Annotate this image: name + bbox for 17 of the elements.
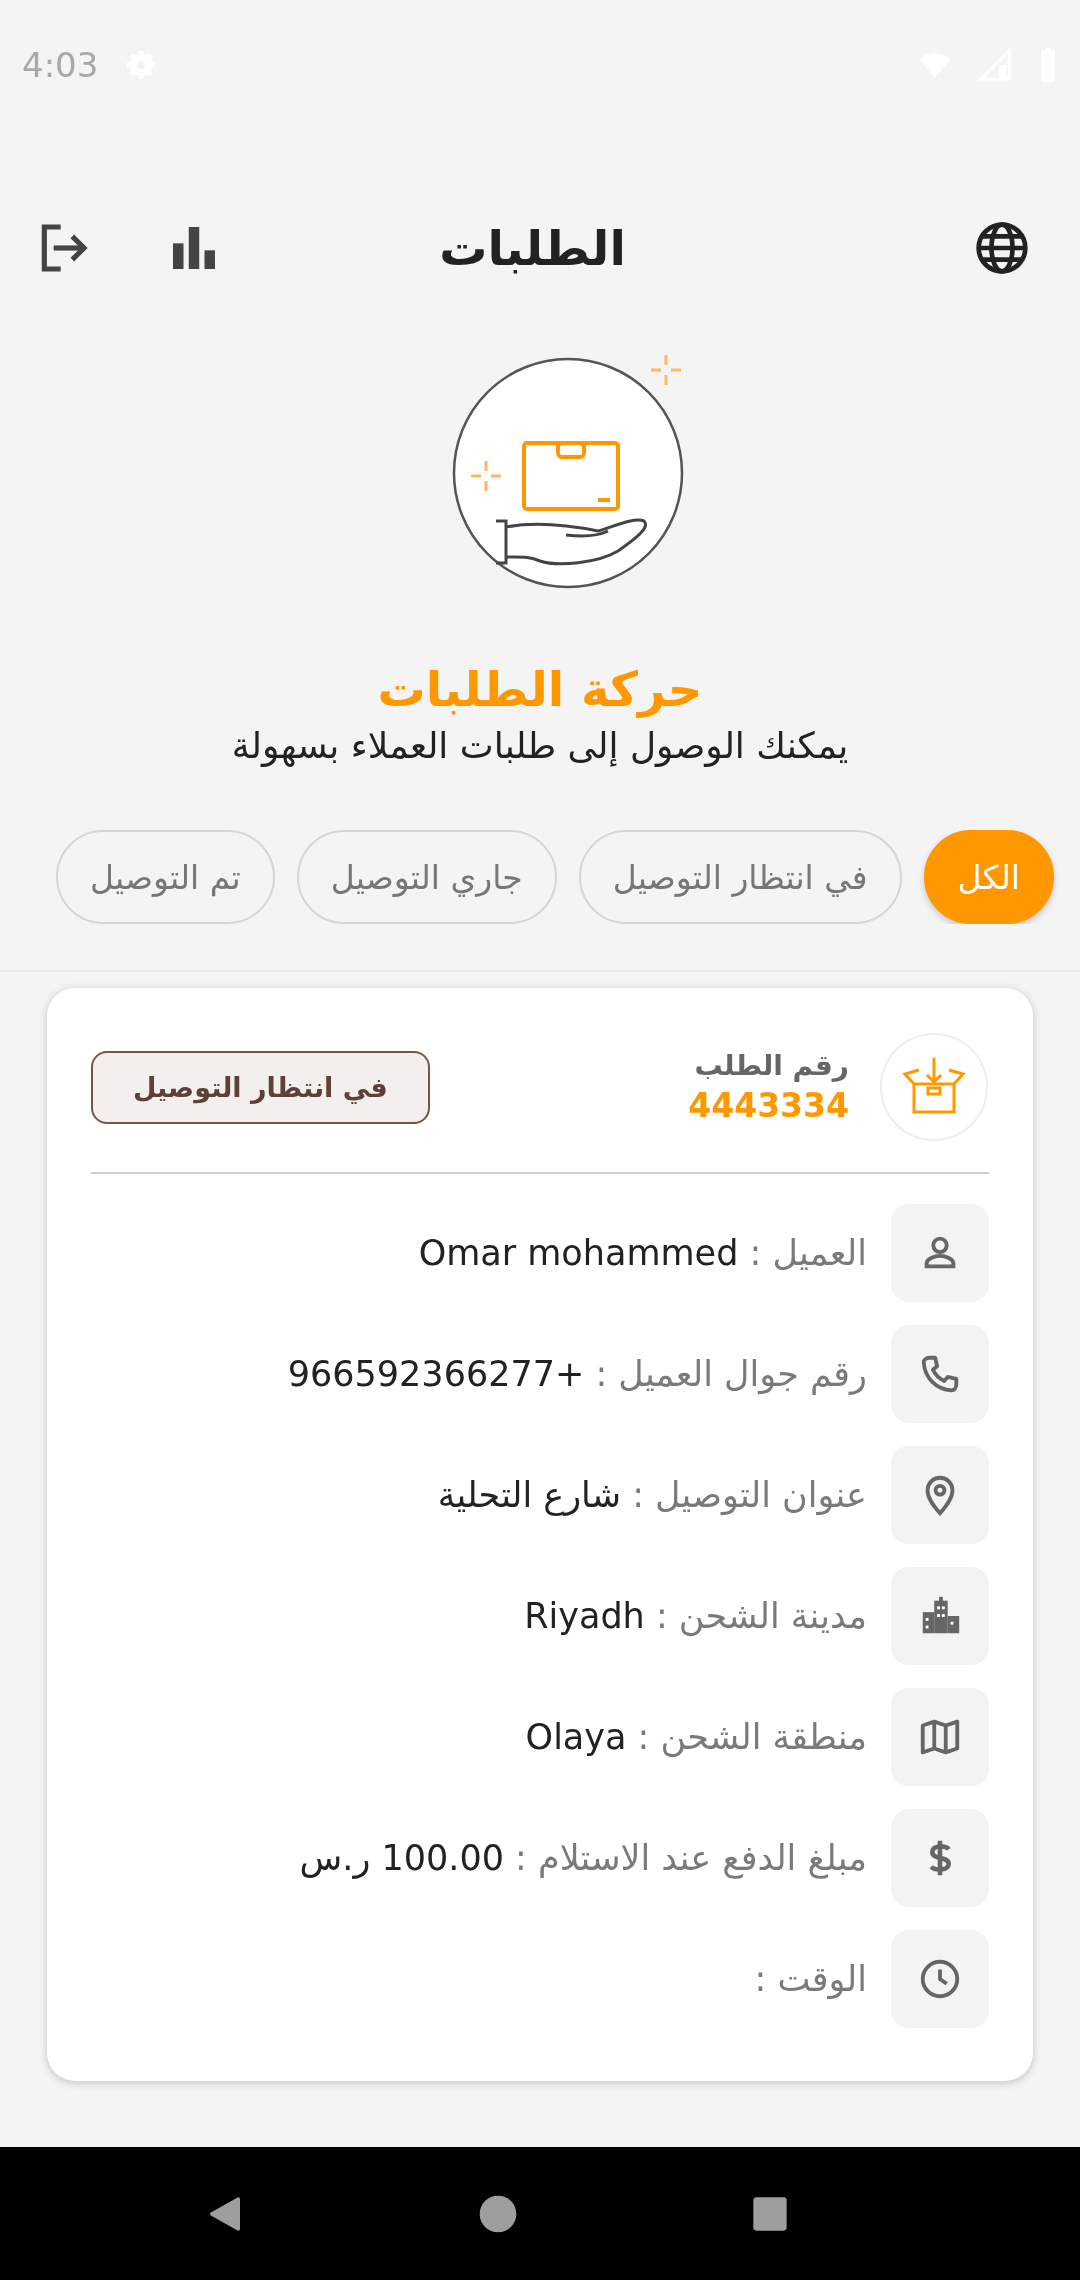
- section-heading: حركة الطلبات: [377, 661, 703, 717]
- filter-chip[interactable]: تم التوصيل: [55, 830, 275, 924]
- status-badge: في انتظار التوصيل: [91, 1050, 430, 1124]
- status-time: 4:03: [22, 45, 99, 85]
- order-number: 4443334: [688, 1086, 849, 1125]
- globe-icon[interactable]: [974, 220, 1030, 276]
- order-number-label: رقم الطلب: [693, 1049, 849, 1082]
- page-title: الطلبات: [439, 220, 626, 276]
- filter-chip[interactable]: في انتظار التوصيل: [578, 830, 902, 924]
- detail-text: الوقت :: [754, 1959, 867, 1999]
- detail-text: مبلغ الدفع عند الاستلام : 100.00 ر.س: [299, 1838, 867, 1878]
- section-subtitle: يمكنك الوصول إلى طلبات العملاء بسهولة: [231, 725, 849, 766]
- filter-chip[interactable]: الكل: [923, 830, 1054, 924]
- filter-chip[interactable]: جاري التوصيل: [296, 830, 557, 924]
- open-box-icon: [879, 1032, 989, 1142]
- detail-text: عنوان التوصيل : شارع التحلية: [437, 1475, 867, 1515]
- home-icon[interactable]: [477, 2193, 518, 2234]
